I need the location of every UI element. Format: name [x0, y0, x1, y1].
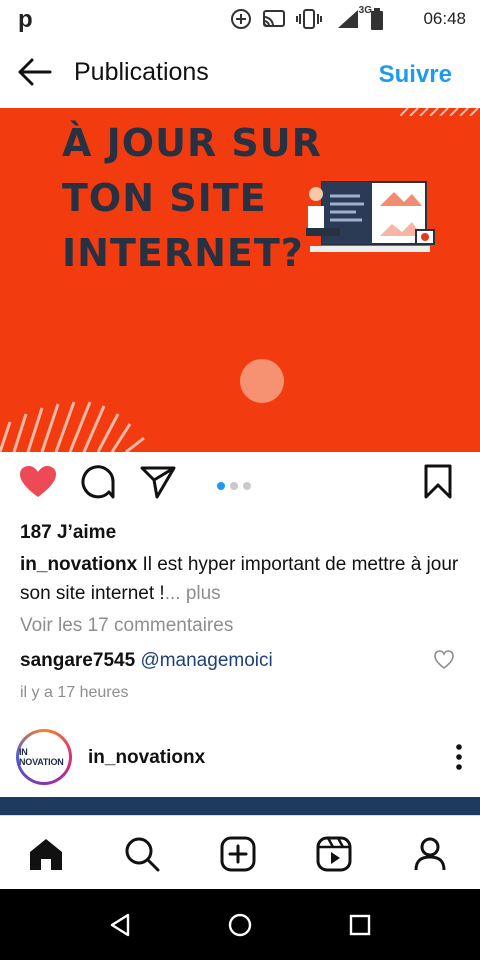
caption-username[interactable]: in_novationx: [20, 554, 137, 575]
status-bar: p 3G 06:48: [0, 0, 480, 36]
headline-line: INTERNET?: [62, 231, 304, 275]
battery-icon: [371, 8, 383, 30]
website-illustration: [306, 181, 435, 252]
comment-button[interactable]: [78, 462, 118, 502]
avatar[interactable]: IN NOVATION: [16, 729, 72, 785]
save-button[interactable]: [418, 462, 458, 502]
arrow-left-icon: [18, 58, 52, 86]
system-recents-button[interactable]: [340, 909, 380, 941]
heart-filled-icon: [20, 466, 56, 497]
back-button[interactable]: [16, 56, 54, 88]
comment-username[interactable]: sangare7545: [20, 650, 135, 671]
profile-icon: [414, 837, 446, 871]
next-post-username[interactable]: in_novationx: [88, 747, 205, 769]
post-actions: [0, 462, 480, 510]
hatch-decoration: [0, 401, 145, 452]
bottom-navigation: [0, 815, 480, 890]
avatar-inner: IN NOVATION: [19, 732, 69, 782]
nav-create[interactable]: [216, 832, 260, 876]
more-link[interactable]: ... plus: [165, 583, 221, 604]
post-image[interactable]: À JOUR SUR TON SITE INTERNET?: [0, 108, 480, 452]
system-back-button[interactable]: [100, 909, 140, 941]
carousel-dot: [230, 482, 238, 490]
nav-search[interactable]: [120, 832, 164, 876]
home-icon: [30, 839, 62, 870]
nav-home[interactable]: [24, 832, 68, 876]
cast-icon: [263, 10, 285, 27]
hatch-decoration: [400, 108, 479, 116]
avatar-logo: IN NOVATION: [19, 747, 64, 767]
decorative-circle: [240, 359, 284, 403]
next-post-header: IN NOVATION in_novationx: [0, 725, 480, 789]
reels-icon: [316, 836, 352, 872]
carousel-dot: [243, 482, 251, 490]
vibrate-icon: [296, 9, 322, 29]
like-button[interactable]: [18, 462, 58, 502]
post-headline: À JOUR SUR TON SITE INTERNET?: [62, 124, 322, 289]
bookmark-icon: [424, 464, 452, 499]
follow-button[interactable]: Suivre: [379, 61, 452, 89]
headline-line: À JOUR SUR: [62, 121, 322, 165]
view-comments-link[interactable]: Voir les 17 commentaires: [20, 615, 233, 637]
post-timestamp: il y a 17 heures: [20, 684, 129, 701]
system-home-button[interactable]: [220, 909, 260, 941]
add-circle-icon: [231, 9, 251, 29]
nav-reels[interactable]: [312, 832, 356, 876]
next-post-image-edge: [0, 797, 480, 815]
post-caption: in_novationx Il est hyper important de m…: [20, 550, 460, 608]
app-bar: Publications Suivre: [0, 40, 480, 106]
network-type: 3G: [358, 5, 372, 16]
search-icon: [125, 837, 160, 872]
signal-icon: [338, 10, 358, 28]
more-options-icon[interactable]: [454, 743, 464, 771]
share-button[interactable]: [138, 462, 178, 502]
comment-mention[interactable]: @managemoici: [140, 650, 272, 671]
likes-count[interactable]: 187 J’aime: [20, 522, 116, 544]
send-icon: [140, 466, 176, 499]
create-icon: [220, 836, 256, 872]
carousel-dot-active: [217, 482, 225, 490]
comment-icon: [81, 465, 115, 499]
clock: 06:48: [423, 9, 466, 28]
comment-preview: sangare7545 @managemoici: [20, 650, 273, 672]
triangle-back-icon: [110, 913, 130, 937]
app-notification-icon: p: [18, 6, 33, 33]
circle-home-icon: [228, 913, 252, 937]
nav-profile[interactable]: [408, 832, 452, 876]
carousel-indicator: [217, 482, 251, 490]
page-title: Publications: [74, 58, 209, 86]
square-recents-icon: [349, 914, 371, 936]
headline-line: TON SITE: [62, 176, 267, 220]
comment-heart-icon[interactable]: [434, 650, 454, 670]
system-navigation-bar: [0, 889, 480, 960]
